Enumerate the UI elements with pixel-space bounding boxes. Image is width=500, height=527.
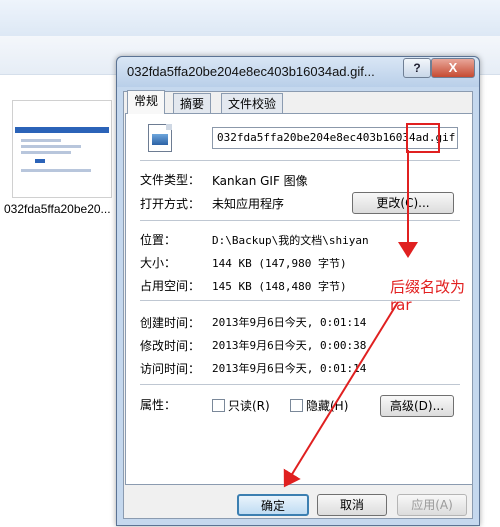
annotation-text: 后缀名改为 [390, 278, 466, 296]
tab-general[interactable]: 常规 [127, 90, 166, 114]
diagonal-arrow [283, 301, 399, 488]
annotation-text-rar: rar [390, 296, 412, 314]
annotation-arrows [283, 150, 418, 488]
